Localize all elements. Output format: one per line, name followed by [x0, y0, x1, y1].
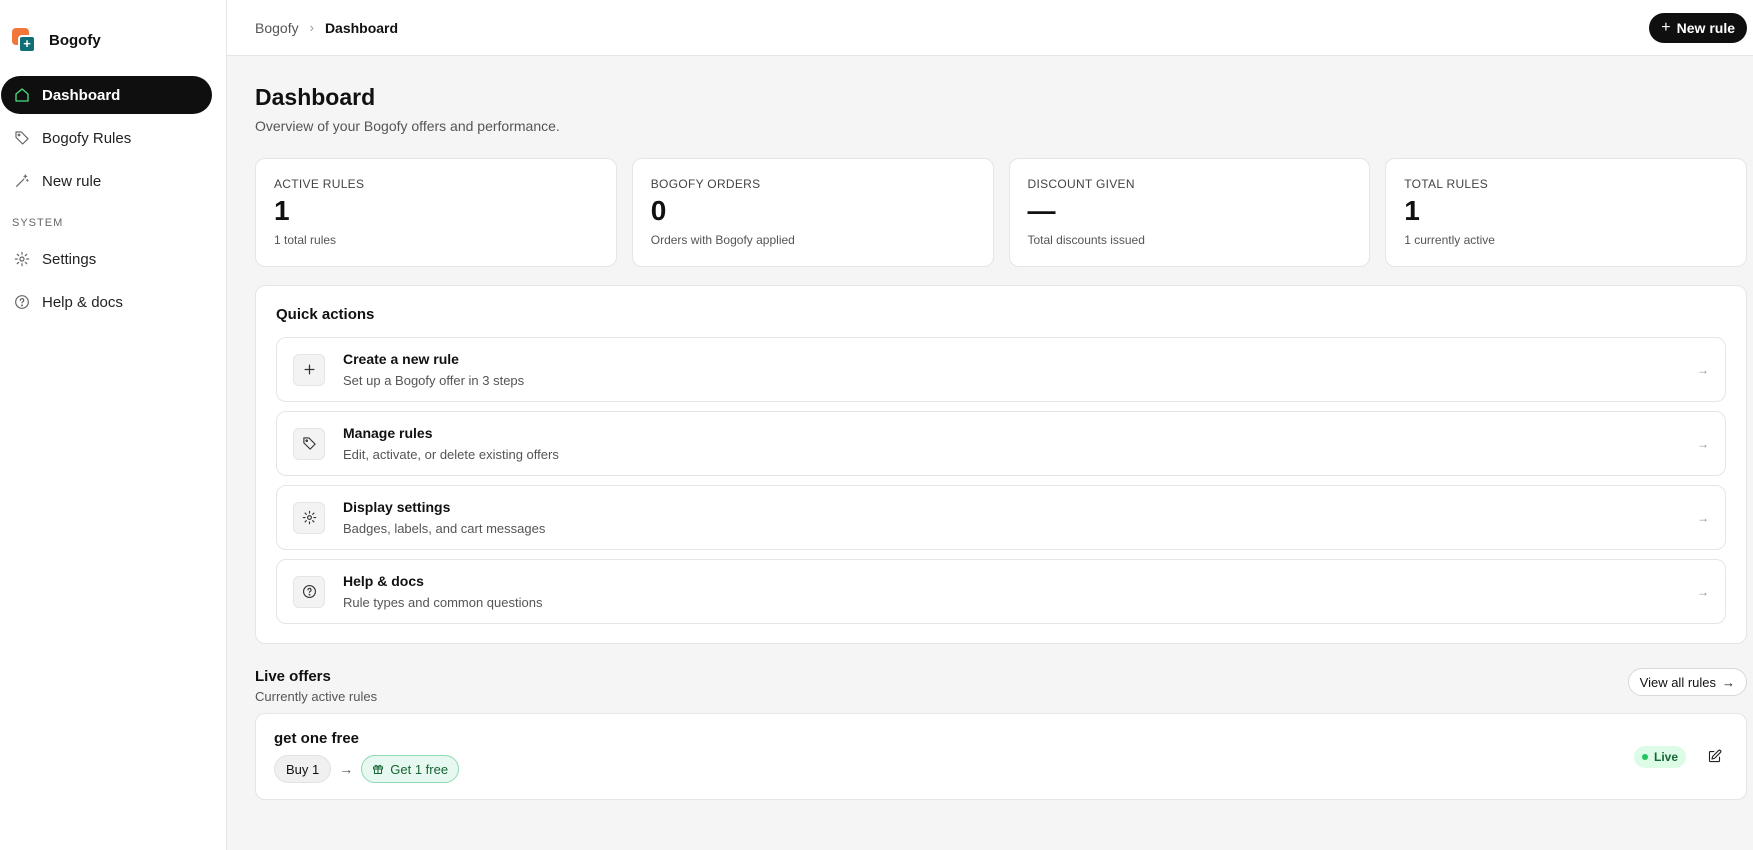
breadcrumb-item-current: Dashboard [324, 19, 399, 36]
stat-card-discount-given: DISCOUNT GIVEN — Total discounts issued [1008, 158, 1371, 267]
quick-actions-title: Quick actions [276, 306, 375, 323]
view-all-rules-label: View all rules [1639, 674, 1716, 690]
sidebar-item-label: Bogofy Rules [42, 129, 132, 147]
action-manage-rules[interactable]: Manage rules Edit, activate, or delete e… [276, 411, 1726, 476]
action-title: Display settings [343, 499, 451, 515]
breadcrumb-item-root[interactable]: Bogofy [255, 20, 299, 36]
brand-logo-icon: + [12, 28, 36, 53]
page-title: Dashboard [255, 84, 376, 110]
sidebar-item-help[interactable]: Help & docs [1, 283, 212, 321]
quick-actions-panel: Quick actions Create a new rule Set up a… [255, 285, 1747, 644]
gift-icon [373, 764, 384, 774]
wand-icon [14, 173, 30, 189]
sidebar-item-dashboard[interactable]: Dashboard [1, 76, 212, 114]
sidebar-item-new-rule[interactable]: New rule [1, 162, 212, 200]
action-help-docs[interactable]: Help & docs Rule types and common questi… [276, 559, 1726, 624]
plus-icon [293, 353, 325, 386]
action-desc: Badges, labels, and cart messages [343, 521, 546, 536]
get-pill-label: Get 1 free [390, 761, 449, 777]
offer-card[interactable]: get one free Buy 1 → Get 1 free Live [255, 713, 1747, 800]
stat-value: — [1027, 195, 1056, 226]
sidebar-item-settings[interactable]: Settings [1, 240, 212, 278]
plus-icon: + [1661, 18, 1671, 36]
stat-value: 0 [650, 195, 667, 226]
status-dot-icon [1641, 753, 1648, 760]
stat-card-active-rules: ACTIVE RULES 1 1 total rules [255, 158, 617, 267]
action-desc: Edit, activate, or delete existing offer… [343, 447, 559, 462]
arrow-right-icon: → [1697, 510, 1709, 525]
tag-icon [14, 130, 30, 146]
action-desc: Set up a Bogofy offer in 3 steps [343, 373, 525, 388]
chevron-right-icon: › [309, 20, 314, 35]
sidebar-item-label: Dashboard [42, 86, 121, 104]
action-display-settings[interactable]: Display settings Badges, labels, and car… [276, 485, 1726, 550]
action-create-rule[interactable]: Create a new rule Set up a Bogofy offer … [276, 337, 1726, 402]
sidebar-item-label: New rule [42, 172, 102, 190]
sidebar-section-label: SYSTEM [12, 217, 64, 229]
sidebar-item-label: Settings [42, 250, 97, 268]
arrow-right-icon: → [1722, 674, 1735, 690]
view-all-rules-button[interactable]: View all rules → [1627, 668, 1747, 696]
edit-icon[interactable] [1700, 743, 1728, 771]
home-icon [14, 87, 30, 103]
offer-name: get one free [274, 730, 360, 747]
new-rule-button[interactable]: + New rule [1649, 12, 1747, 43]
status-badge: Live [1633, 745, 1686, 768]
action-title: Help & docs [343, 573, 424, 589]
stat-label: BOGOFY ORDERS [650, 177, 761, 191]
status-label: Live [1653, 749, 1678, 764]
sidebar-item-label: Help & docs [42, 293, 123, 311]
stat-note: Total discounts issued [1027, 233, 1145, 247]
stat-card-total-rules: TOTAL RULES 1 1 currently active [1385, 158, 1747, 267]
action-desc: Rule types and common questions [343, 595, 543, 610]
help-circle-icon [293, 575, 325, 608]
stats-row: ACTIVE RULES 1 1 total rules BOGOFY ORDE… [255, 158, 1747, 267]
help-circle-icon [14, 294, 30, 310]
get-pill: Get 1 free [361, 755, 460, 783]
sidebar: + Bogofy Dashboard Bogofy Rules New rule… [0, 0, 227, 850]
arrow-right-icon: → [1697, 584, 1709, 599]
breadcrumb: Bogofy › Dashboard [255, 20, 398, 36]
page-subtitle: Overview of your Bogofy offers and perfo… [255, 118, 560, 134]
stat-label: DISCOUNT GIVEN [1027, 177, 1135, 191]
stat-card-bogofy-orders: BOGOFY ORDERS 0 Orders with Bogofy appli… [631, 158, 994, 267]
tag-icon [293, 427, 325, 460]
action-title: Manage rules [343, 425, 433, 441]
new-rule-button-label: New rule [1676, 19, 1735, 36]
sidebar-item-bogofy-rules[interactable]: Bogofy Rules [1, 119, 212, 157]
content: Dashboard Overview of your Bogofy offers… [227, 56, 1753, 800]
live-offers-subtitle: Currently active rules [255, 689, 378, 704]
gear-icon [293, 501, 325, 534]
arrow-right-icon: → [1697, 362, 1709, 377]
brand[interactable]: + Bogofy [0, 26, 226, 54]
buy-pill: Buy 1 [274, 755, 332, 783]
live-offers-title: Live offers [255, 668, 331, 685]
stat-note: 1 total rules [274, 233, 337, 247]
live-offers-header: Live offers Currently active rules View … [255, 668, 1747, 704]
arrow-right-icon: → [1697, 436, 1709, 451]
main-area: Bogofy › Dashboard + New rule Dashboard … [227, 0, 1753, 850]
topbar: Bogofy › Dashboard + New rule [227, 0, 1753, 56]
arrow-right-icon: → [339, 761, 354, 777]
stat-value: 1 [1404, 195, 1420, 226]
brand-name: Bogofy [49, 31, 101, 49]
stat-label: ACTIVE RULES [274, 177, 365, 191]
gear-icon [14, 251, 30, 267]
app-root: + Bogofy Dashboard Bogofy Rules New rule… [0, 0, 1753, 850]
stat-value: 1 [274, 195, 290, 226]
offer-flow: Buy 1 → Get 1 free [274, 755, 460, 783]
stat-note: Orders with Bogofy applied [650, 233, 795, 247]
stat-label: TOTAL RULES [1404, 177, 1489, 191]
stat-note: 1 currently active [1404, 233, 1495, 247]
action-title: Create a new rule [343, 351, 459, 367]
